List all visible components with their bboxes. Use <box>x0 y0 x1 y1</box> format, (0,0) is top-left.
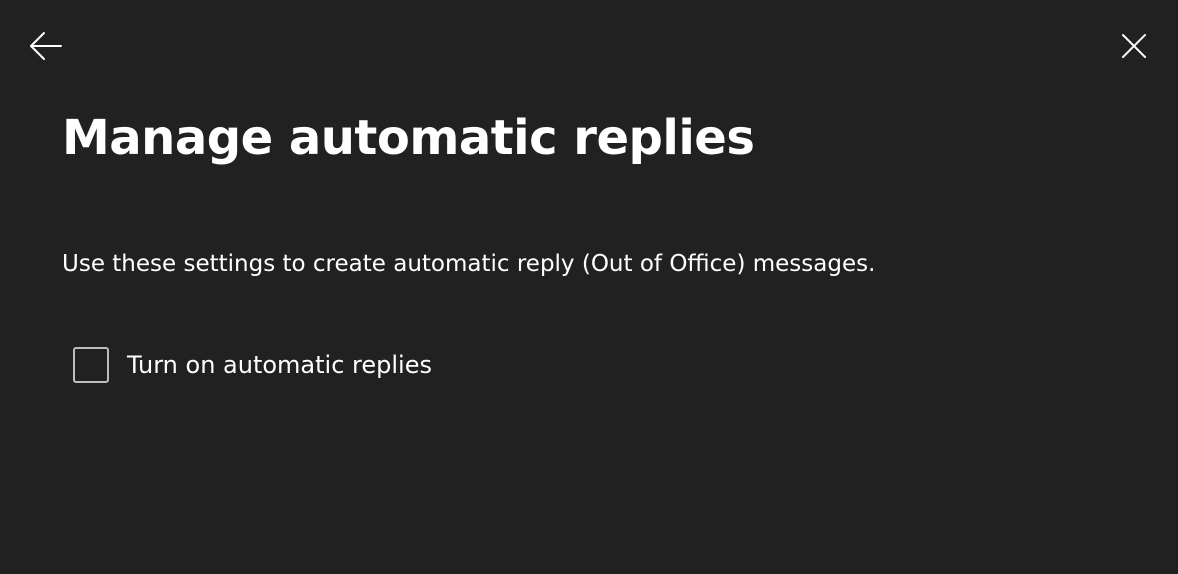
automatic-replies-panel: Manage automatic replies Use these setti… <box>0 0 1178 574</box>
description-text: Use these settings to create automatic r… <box>62 251 876 277</box>
close-icon <box>1122 34 1146 58</box>
back-button[interactable] <box>22 22 70 70</box>
arrow-left-icon <box>30 32 62 60</box>
close-button[interactable] <box>1110 22 1158 70</box>
auto-reply-checkbox[interactable] <box>73 347 109 383</box>
page-title: Manage automatic replies <box>62 110 755 166</box>
auto-reply-toggle-row[interactable]: Turn on automatic replies <box>73 345 432 385</box>
auto-reply-checkbox-label[interactable]: Turn on automatic replies <box>127 345 432 385</box>
